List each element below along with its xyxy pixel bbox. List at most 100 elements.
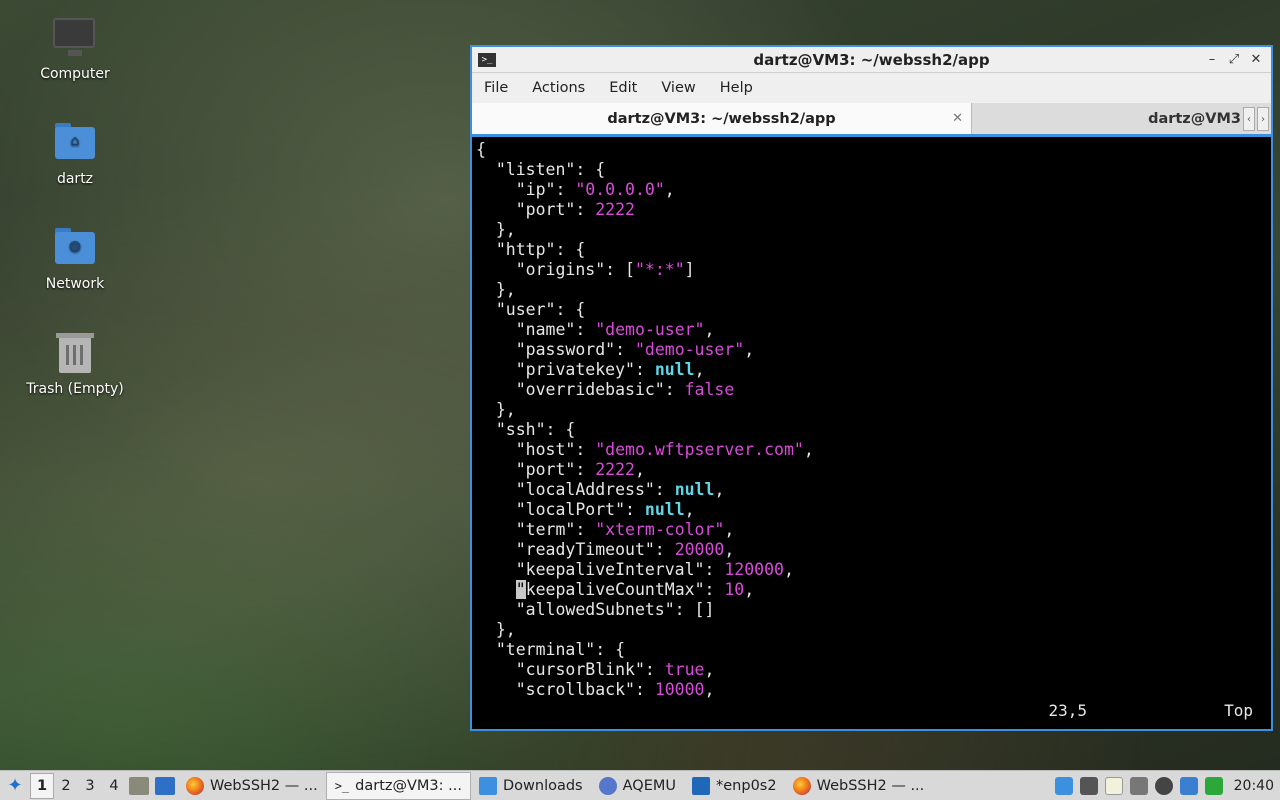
task-label: WebSSH2 — ... <box>816 777 925 794</box>
terminal-line: "http": { <box>476 240 1267 260</box>
firefox-icon <box>792 776 811 795</box>
terminal-line: "host": "demo.wftpserver.com", <box>476 440 1267 460</box>
tab-scroll-left-icon[interactable]: ‹ <box>1243 107 1255 131</box>
start-menu-icon[interactable]: ✦ <box>0 771 30 800</box>
menu-file[interactable]: File <box>484 80 508 96</box>
show-desktop-icon[interactable] <box>155 776 175 795</box>
terminal-line: }, <box>476 280 1267 300</box>
workspace-1[interactable]: 1 <box>30 772 54 799</box>
terminal-text: "localAddress": <box>476 480 675 499</box>
terminal-text: }, <box>476 220 516 239</box>
terminal-text: 20000 <box>674 540 725 559</box>
terminal-output[interactable]: { "listen": { "ip": "0.0.0.0", "port": 2… <box>476 140 1267 725</box>
terminal-line: "localPort": null, <box>476 500 1267 520</box>
terminal-text: "host": <box>476 440 596 459</box>
terminal-line: }, <box>476 620 1267 640</box>
terminal-text: "ip": <box>476 180 576 199</box>
terminal-text: "0.0.0.0" <box>575 180 665 199</box>
terminal-text: "scrollback": <box>476 680 655 699</box>
tab-inactive[interactable]: dartz@VM3 <box>972 103 1271 134</box>
system-tray: 20:40 <box>1054 776 1280 795</box>
tab-label: dartz@VM3 <box>1148 110 1241 127</box>
window-titlebar[interactable]: >_ dartz@VM3: ~/webssh2/app – ⤢ ✕ <box>472 47 1271 73</box>
menu-bar: File Actions Edit View Help <box>472 73 1271 103</box>
terminal-text: }, <box>476 620 516 639</box>
terminal-text: "readyTimeout": <box>476 540 675 559</box>
volume-icon[interactable] <box>1079 776 1098 795</box>
terminal-text: "demo-user" <box>595 320 705 339</box>
terminal-text: , <box>714 480 725 499</box>
workspace-3[interactable]: 3 <box>78 778 102 794</box>
terminal-text: "allowedSubnets": [] <box>476 600 715 619</box>
clock[interactable]: 20:40 <box>1234 778 1274 794</box>
menu-actions[interactable]: Actions <box>532 80 585 96</box>
menu-view[interactable]: View <box>661 80 695 96</box>
maximize-button[interactable]: ⤢ <box>1227 52 1241 67</box>
home-folder-icon: ⌂ <box>53 121 97 165</box>
menu-help[interactable]: Help <box>720 80 753 96</box>
window-title: dartz@VM3: ~/webssh2/app <box>753 50 990 69</box>
terminal-text: { <box>476 140 486 159</box>
desktop-icon-computer[interactable]: Computer <box>20 16 130 82</box>
terminal-text: 2222 <box>595 460 635 479</box>
network-status-icon[interactable] <box>1154 776 1173 795</box>
tab-label: dartz@VM3: ~/webssh2/app <box>607 110 836 127</box>
terminal-line: "ip": "0.0.0.0", <box>476 180 1267 200</box>
terminal-text: false <box>684 380 735 399</box>
terminal-text: "*:*" <box>634 260 685 279</box>
tab-close-icon[interactable]: ✕ <box>952 111 963 126</box>
terminal-text: "overridebasic": <box>476 380 685 399</box>
file-manager-quicklaunch-icon[interactable] <box>129 776 149 795</box>
bluetooth-icon[interactable] <box>1179 776 1198 795</box>
text-cursor: " <box>515 580 526 599</box>
terminal-text: , <box>744 340 755 359</box>
update-icon[interactable] <box>1054 776 1073 795</box>
terminal-text: , <box>634 460 645 479</box>
desktop-icon-network[interactable]: ◍ Network <box>20 226 130 292</box>
clipboard-icon[interactable] <box>1104 776 1123 795</box>
task-aqemu[interactable]: AQEMU <box>591 772 684 800</box>
taskbar: ✦ 1 2 3 4 WebSSH2 — ... >_ dartz@VM3: ..… <box>0 770 1280 800</box>
task-webssh2-2[interactable]: WebSSH2 — ... <box>785 772 933 800</box>
guake-icon[interactable] <box>1204 776 1223 795</box>
terminal-text: }, <box>476 400 516 419</box>
task-terminal[interactable]: >_ dartz@VM3: ... <box>325 771 471 800</box>
task-label: dartz@VM3: ... <box>355 777 462 794</box>
desktop-icon-home[interactable]: ⌂ dartz <box>20 121 130 187</box>
terminal-text: "origins": [ <box>476 260 635 279</box>
terminal-text: "name": <box>476 320 596 339</box>
tab-active[interactable]: dartz@VM3: ~/webssh2/app ✕ <box>472 103 972 134</box>
task-webssh2-1[interactable]: WebSSH2 — ... <box>178 772 326 800</box>
task-label: Downloads <box>502 777 583 794</box>
terminal-text: , <box>704 680 715 699</box>
terminal-text: 120000 <box>724 560 784 579</box>
terminal-text: "http": { <box>476 240 586 259</box>
task-downloads[interactable]: Downloads <box>471 772 591 800</box>
scroll-position: Top <box>1224 701 1253 720</box>
terminal-text: "cursorBlink": <box>476 660 665 679</box>
terminal-line: "origins": ["*:*"] <box>476 260 1267 280</box>
desktop-icon-label: dartz <box>56 171 94 187</box>
terminal-text: "listen": { <box>476 160 606 179</box>
workspace-4[interactable]: 4 <box>102 778 126 794</box>
terminal-text: "password": <box>476 340 635 359</box>
task-wireshark[interactable]: *enp0s2 <box>684 772 785 800</box>
close-button[interactable]: ✕ <box>1249 52 1263 67</box>
wireshark-icon <box>692 776 710 795</box>
tab-scroll-right-icon[interactable]: › <box>1257 107 1269 131</box>
terminal-text: null <box>654 360 695 379</box>
folder-icon <box>478 776 497 795</box>
minimize-button[interactable]: – <box>1205 52 1219 67</box>
tab-bar: dartz@VM3: ~/webssh2/app ✕ dartz@VM3 ‹ › <box>472 103 1271 137</box>
terminal-text: 2222 <box>595 200 635 219</box>
terminal-window: >_ dartz@VM3: ~/webssh2/app – ⤢ ✕ File A… <box>470 45 1273 731</box>
terminal-line: }, <box>476 220 1267 240</box>
desktop-icon-trash[interactable]: Trash (Empty) <box>20 331 130 397</box>
menu-edit[interactable]: Edit <box>609 80 637 96</box>
desktop-icon-label: Network <box>45 276 105 292</box>
terminal-line: "term": "xterm-color", <box>476 520 1267 540</box>
network-folder-icon: ◍ <box>53 226 97 270</box>
terminal-line: { <box>476 140 1267 160</box>
workspace-2[interactable]: 2 <box>54 778 78 794</box>
display-icon[interactable] <box>1129 776 1148 795</box>
